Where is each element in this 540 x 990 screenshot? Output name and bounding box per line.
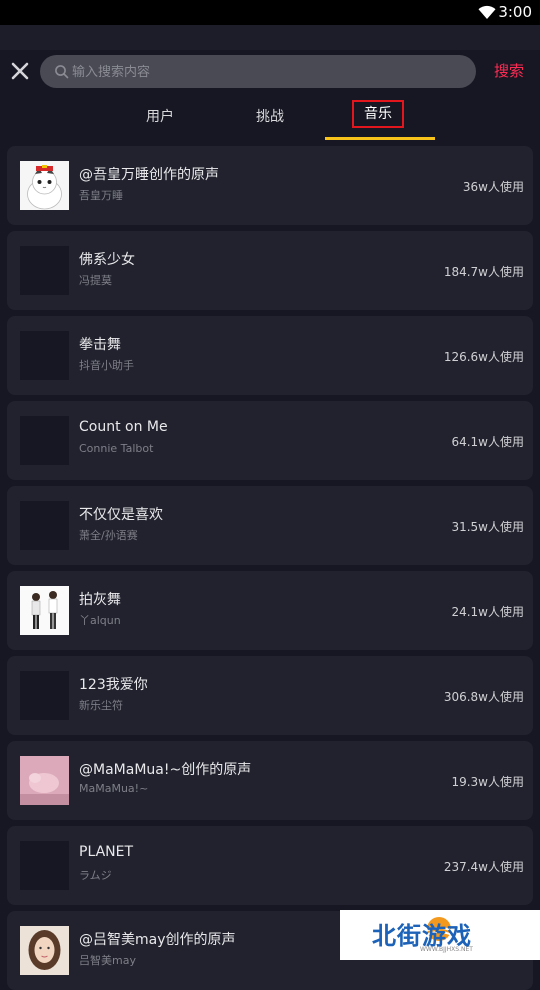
- music-author: Connie Talbot: [79, 442, 154, 455]
- status-bar: 3:00: [0, 0, 540, 25]
- music-title: @吕智美may创作的原声: [79, 932, 236, 948]
- music-title: Count on Me: [79, 419, 168, 435]
- music-title: @MaMaMua!~创作的原声: [79, 762, 252, 778]
- cover-image: [20, 756, 69, 805]
- cover-image: [20, 161, 69, 210]
- music-item[interactable]: @MaMaMua!~创作的原声 MaMaMua!~ 19.3w人使用: [7, 741, 533, 820]
- tab-users[interactable]: 用户: [146, 106, 174, 126]
- clock: 3:00: [498, 3, 532, 21]
- music-author: 吾皇万睡: [79, 189, 123, 202]
- usage-count: 306.8w人使用: [443, 690, 524, 704]
- music-item[interactable]: 佛系少女 冯提莫 184.7w人使用: [7, 231, 533, 310]
- search-icon: [55, 65, 69, 79]
- tab-challenge[interactable]: 挑战: [256, 106, 284, 126]
- music-author: 萧全/孙语赛: [79, 529, 138, 542]
- cover-image: [20, 246, 69, 295]
- tab-music[interactable]: 音乐: [352, 100, 404, 128]
- music-item[interactable]: 拍灰舞 丫alqun 24.1w人使用: [7, 571, 533, 650]
- usage-count: 64.1w人使用: [451, 435, 524, 449]
- search-button[interactable]: 搜索: [494, 60, 524, 81]
- music-author: 丫alqun: [79, 614, 121, 627]
- music-item[interactable]: @吾皇万睡创作的原声 吾皇万睡 36w人使用: [7, 146, 533, 225]
- active-tab-indicator: [325, 137, 435, 140]
- cover-image: [20, 926, 69, 975]
- cover-image: [20, 841, 69, 890]
- watermark-url: WWW.BJJHXS.NET: [420, 946, 473, 953]
- usage-count: 36w人使用: [462, 180, 524, 194]
- music-author: MaMaMua!~: [79, 782, 149, 795]
- usage-count: 237.4w人使用: [443, 860, 524, 874]
- music-title: 拍灰舞: [79, 592, 121, 608]
- tab-bar: 用户 挑战 音乐: [0, 95, 540, 140]
- watermark-logo: 北街游戏 WWW.BJJHXS.NET: [340, 910, 540, 960]
- usage-count: 126.6w人使用: [443, 350, 524, 364]
- music-author: 冯提莫: [79, 274, 112, 287]
- music-author: 新乐尘符: [79, 699, 123, 712]
- music-title: 不仅仅是喜欢: [79, 507, 163, 523]
- music-item[interactable]: 123我爱你 新乐尘符 306.8w人使用: [7, 656, 533, 735]
- wifi-icon: [478, 5, 496, 19]
- music-author: 抖音小助手: [79, 359, 134, 372]
- music-item[interactable]: 不仅仅是喜欢 萧全/孙语赛 31.5w人使用: [7, 486, 533, 565]
- music-title: 佛系少女: [79, 252, 135, 268]
- people-illustration: [20, 586, 69, 635]
- music-title: 123我爱你: [79, 677, 148, 693]
- portrait-photo: [20, 926, 69, 975]
- usage-count: 24.1w人使用: [451, 605, 524, 619]
- search-header: 搜索: [0, 50, 540, 95]
- music-item[interactable]: Count on Me Connie Talbot 64.1w人使用: [7, 401, 533, 480]
- music-title: @吾皇万睡创作的原声: [79, 167, 219, 183]
- pink-photo: [20, 756, 69, 805]
- search-box[interactable]: [40, 55, 476, 90]
- usage-count: 184.7w人使用: [443, 265, 524, 279]
- cover-image: [20, 416, 69, 465]
- music-item[interactable]: 拳击舞 抖音小助手 126.6w人使用: [7, 316, 533, 395]
- cover-image: [20, 501, 69, 550]
- usage-count: 19.3w人使用: [451, 775, 524, 789]
- top-strip: [0, 25, 540, 50]
- cover-image: [20, 671, 69, 720]
- usage-count: 31.5w人使用: [451, 520, 524, 534]
- cover-image: [20, 331, 69, 380]
- cat-illustration: [20, 161, 69, 210]
- music-author: ラムジ: [79, 869, 112, 882]
- close-icon[interactable]: [10, 61, 30, 81]
- search-input[interactable]: [70, 55, 464, 90]
- music-title: PLANET: [79, 844, 134, 860]
- music-title: 拳击舞: [79, 337, 121, 353]
- music-item[interactable]: PLANET ラムジ 237.4w人使用: [7, 826, 533, 905]
- cover-image: [20, 586, 69, 635]
- music-author: 吕智美may: [79, 954, 136, 967]
